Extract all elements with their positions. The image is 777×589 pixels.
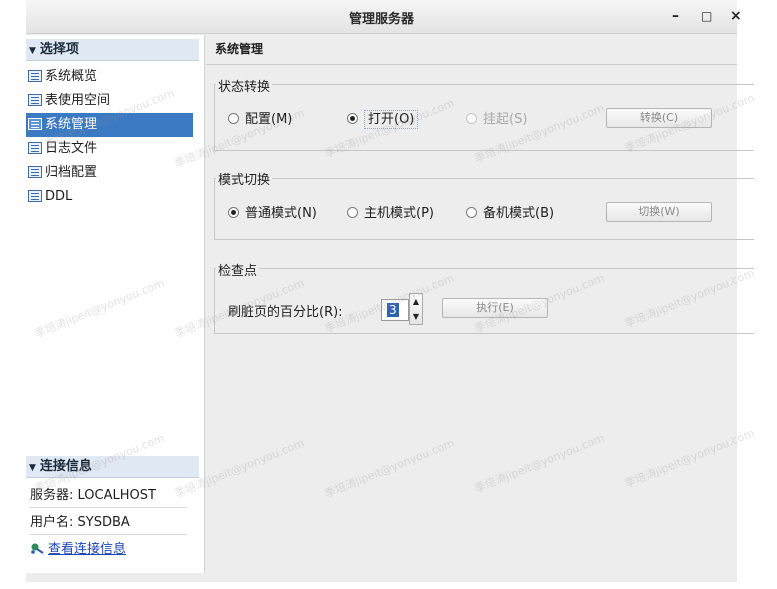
radio-label: 配置(M)	[245, 112, 293, 127]
radio-label: 普通模式(N)	[245, 206, 317, 221]
table-icon	[28, 142, 42, 154]
chevron-down-icon: ▼	[29, 463, 36, 473]
radio-circle	[347, 207, 358, 218]
radio-open[interactable]: 打开(O)	[347, 108, 419, 129]
mode-group-title: 模式切换	[216, 169, 273, 188]
sidebar-item-table-space[interactable]: 表使用空间	[26, 89, 193, 113]
chevron-up-icon[interactable]: ▲	[410, 295, 422, 309]
radio-circle	[228, 113, 239, 124]
section-title: 选择项	[39, 42, 79, 57]
radio-primary-mode[interactable]: 主机模式(P)	[347, 202, 434, 221]
sidebar-item-label: 系统概览	[45, 69, 98, 84]
table-icon	[28, 190, 42, 202]
convert-button[interactable]: 转换(C)	[606, 108, 712, 128]
sidebar: ▼ 选择项 系统概览 表使用空间 系统管理 日志文件 归档配置 DDL ▼ 连接信息…	[26, 35, 205, 573]
user-info: 用户名: SYSDBA	[30, 510, 187, 535]
connection-section-header[interactable]: ▼ 连接信息	[26, 456, 199, 478]
server-info: 服务器: LOCALHOST	[30, 483, 187, 508]
radio-label: 打开(O)	[364, 110, 419, 129]
radio-circle	[466, 113, 477, 124]
table-icon	[28, 70, 42, 82]
execute-button[interactable]: 执行(E)	[442, 298, 548, 318]
sidebar-item-label: 系统管理	[45, 117, 98, 132]
spinner-buttons[interactable]: ▲ ▼	[409, 293, 423, 325]
radio-suspend[interactable]: 挂起(S)	[466, 108, 527, 127]
sidebar-item-system-management[interactable]: 系统管理	[26, 113, 193, 137]
radio-circle	[466, 207, 477, 218]
state-group-title: 状态转换	[216, 76, 273, 95]
radio-circle	[228, 207, 239, 218]
radio-normal-mode[interactable]: 普通模式(N)	[228, 202, 317, 221]
flush-percent-input[interactable]: 3	[381, 299, 409, 321]
title-bar: 管理服务器 – □ ×	[26, 0, 742, 34]
chevron-down-icon: ▼	[29, 46, 36, 56]
connection-icon	[31, 543, 44, 554]
spinner-value: 3	[387, 303, 399, 317]
sidebar-item-label: 日志文件	[45, 141, 98, 156]
sidebar-item-label: DDL	[45, 189, 73, 204]
close-button[interactable]: ×	[730, 6, 742, 26]
table-icon	[28, 94, 42, 106]
selection-section-header[interactable]: ▼ 选择项	[26, 39, 199, 61]
radio-label: 主机模式(P)	[364, 206, 434, 221]
sidebar-item-ddl[interactable]: DDL	[26, 185, 193, 209]
sidebar-item-archive-config[interactable]: 归档配置	[26, 161, 193, 185]
title-divider	[206, 64, 737, 65]
view-connection-link-row[interactable]: 查看连接信息	[30, 537, 187, 562]
radio-label: 备机模式(B)	[483, 206, 555, 221]
sidebar-item-overview[interactable]: 系统概览	[26, 65, 193, 89]
radio-circle	[347, 113, 358, 124]
radio-config[interactable]: 配置(M)	[228, 108, 292, 127]
switch-button[interactable]: 切换(W)	[606, 202, 712, 222]
view-connection-info-link[interactable]: 查看连接信息	[48, 542, 126, 557]
maximize-button[interactable]: □	[701, 6, 712, 26]
section-title: 连接信息	[39, 459, 92, 474]
sidebar-item-label: 表使用空间	[45, 93, 111, 108]
table-icon	[28, 166, 42, 178]
flush-percent-label: 刷脏页的百分比(R):	[228, 305, 343, 320]
sidebar-item-log-files[interactable]: 日志文件	[26, 137, 193, 161]
radio-standby-mode[interactable]: 备机模式(B)	[466, 202, 554, 221]
sidebar-item-label: 归档配置	[45, 165, 98, 180]
window-title: 管理服务器	[348, 12, 414, 27]
panel-title: 系统管理	[215, 42, 264, 56]
radio-label: 挂起(S)	[483, 112, 528, 127]
table-icon	[28, 118, 42, 130]
window: 管理服务器 – □ × ▼ 选择项 系统概览 表使用空间 系统管理 日志文件 归档…	[26, 0, 754, 582]
checkpoint-group-title: 检查点	[216, 260, 260, 279]
minimize-button[interactable]: –	[672, 6, 679, 26]
chevron-down-icon[interactable]: ▼	[410, 310, 422, 324]
content-panel: 系统管理 状态转换 配置(M) 打开(O) 挂起(S) 转换(C) 模式切换 普…	[206, 35, 754, 573]
